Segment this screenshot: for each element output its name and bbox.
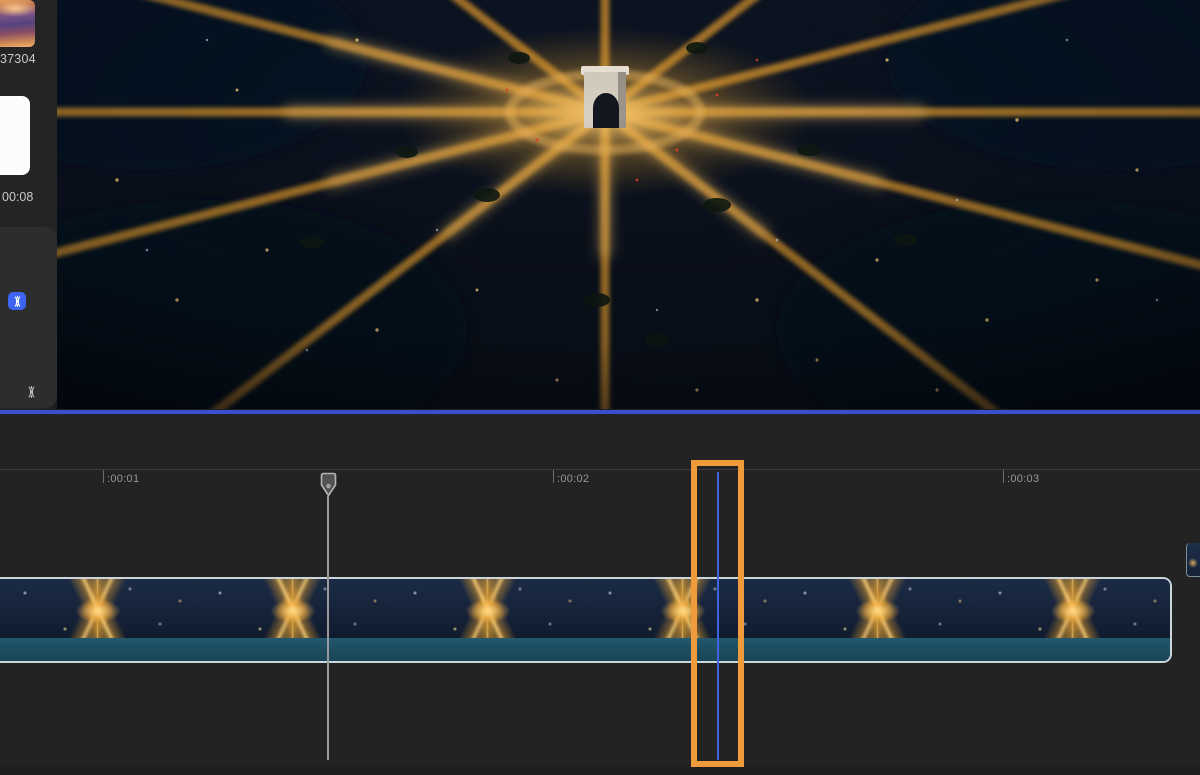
- timeline-ruler[interactable]: :00:01 :00:02 :00:03: [0, 469, 1200, 497]
- video-clip[interactable]: [0, 577, 1172, 663]
- ruler-tick-label: :00:02: [557, 473, 589, 485]
- video-editor-window: 37304 00:08 00:02:: [0, 0, 1200, 775]
- preview-frame-image: [57, 0, 1200, 409]
- media-sidebar: 37304 00:08: [0, 0, 57, 410]
- clip-filmstrip: [0, 579, 1170, 638]
- playhead-marker-icon: [320, 472, 337, 497]
- clip-audio-section: [0, 638, 1170, 661]
- ruler-tick: [103, 470, 104, 483]
- clip-fragment[interactable]: [1186, 543, 1200, 577]
- media-item-duration: 00:08: [2, 190, 33, 204]
- media-item-id: 37304: [0, 52, 46, 66]
- video-preview: [57, 0, 1200, 409]
- ruler-tick: [553, 470, 554, 483]
- ruler-tick-label: :00:03: [1007, 473, 1039, 485]
- transition-icon: [24, 385, 39, 399]
- transition-add-button[interactable]: [8, 292, 26, 310]
- transition-toggle-button[interactable]: [22, 384, 40, 400]
- playhead-line: [327, 496, 329, 760]
- ruler-tick: [1003, 470, 1004, 483]
- transition-icon: [11, 295, 24, 308]
- panel-divider: [0, 410, 1200, 414]
- sidebar-card[interactable]: [0, 227, 57, 408]
- playhead-handle[interactable]: [320, 472, 337, 497]
- hover-playhead-line[interactable]: [717, 472, 719, 760]
- media-card[interactable]: [0, 96, 30, 175]
- ruler-tick-label: :00:01: [107, 473, 139, 485]
- timeline-bottom-edge: [0, 767, 1200, 775]
- media-thumbnail[interactable]: [0, 0, 35, 47]
